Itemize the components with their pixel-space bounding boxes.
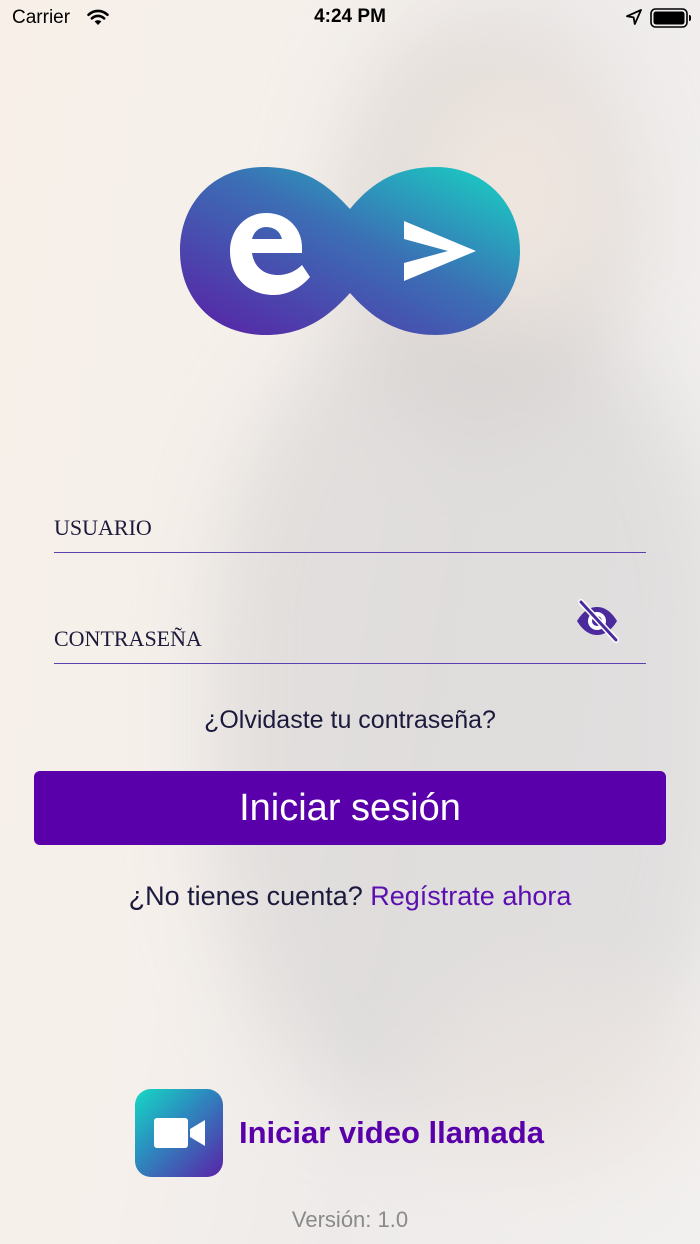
battery-icon (650, 8, 691, 28)
username-input[interactable] (54, 510, 554, 546)
video-call-tile[interactable] (135, 1089, 223, 1177)
eo-logo-icon (180, 167, 520, 335)
start-video-call-button[interactable]: Iniciar video llamada (135, 1089, 575, 1179)
eye-slash-icon[interactable] (574, 598, 620, 644)
username-field (54, 503, 646, 553)
video-camera-icon (154, 1118, 205, 1148)
signup-row: ¿No tienes cuenta? Regístrate ahora (0, 881, 700, 912)
password-field (54, 614, 646, 664)
signup-prompt: ¿No tienes cuenta? (128, 881, 363, 911)
forgot-password-link[interactable]: ¿Olvidaste tu contraseña? (0, 706, 700, 735)
login-button[interactable]: Iniciar sesión (34, 771, 666, 845)
password-input[interactable] (54, 621, 554, 657)
location-arrow-icon (626, 9, 642, 25)
video-call-label[interactable]: Iniciar video llamada (239, 1115, 544, 1151)
status-bar: Carrier 4:24 PM (0, 0, 700, 40)
version-label: Versión: 1.0 (291, 1207, 409, 1232)
signup-link[interactable]: Regístrate ahora (370, 881, 571, 911)
status-time: 4:24 PM (314, 6, 386, 27)
